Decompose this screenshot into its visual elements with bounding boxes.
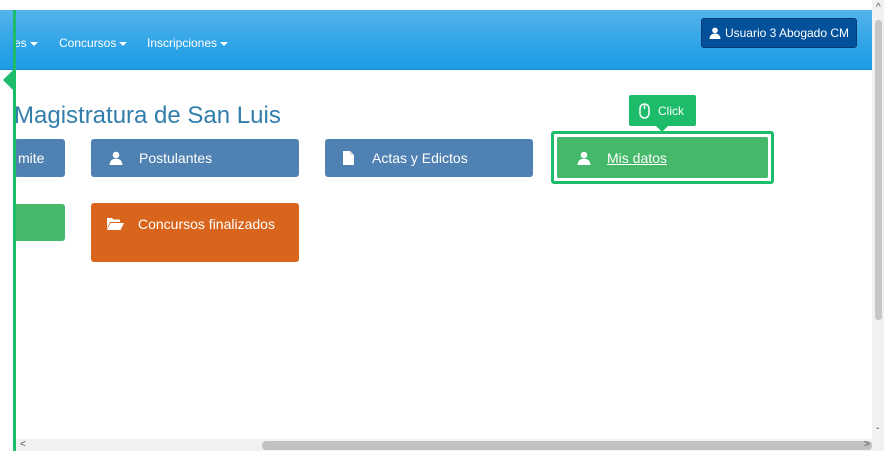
user-menu-label: Usuario 3 Abogado CM <box>724 26 850 40</box>
nav-dropdown-partial[interactable]: es <box>14 36 38 50</box>
tramite-label: mite <box>18 150 45 166</box>
mis-datos-label: Mis datos <box>607 149 667 166</box>
scroll-left-arrow-icon[interactable]: < <box>20 440 26 450</box>
caret-down-icon <box>29 41 38 46</box>
horizontal-scrollbar-thumb[interactable] <box>262 441 872 450</box>
postulantes-button[interactable]: Postulantes <box>91 139 299 177</box>
scroll-up-arrow-icon[interactable]: ^ <box>876 3 881 13</box>
nav-dropdown-label: Concursos <box>59 36 117 50</box>
actas-edictos-label: Actas y Edictos <box>372 150 468 166</box>
green-tile-partial[interactable] <box>14 204 65 241</box>
guide-line <box>13 10 16 451</box>
scroll-right-arrow-icon[interactable]: > <box>864 440 870 450</box>
click-hint-tooltip: Click <box>629 95 696 132</box>
page-title: Magistratura de San Luis <box>14 102 281 129</box>
document-icon <box>343 151 354 165</box>
caret-down-icon <box>220 41 229 46</box>
guide-arrow-icon <box>3 70 13 90</box>
caret-down-icon <box>119 41 128 46</box>
scroll-down-arrow-icon[interactable]: ˇ <box>876 428 879 438</box>
nav-dropdown-inscripciones[interactable]: Inscripciones <box>147 36 229 50</box>
concursos-finalizados-label: Concursos finalizados <box>138 216 275 232</box>
actas-edictos-button[interactable]: Actas y Edictos <box>325 139 533 177</box>
click-hint-label: Click <box>658 103 684 118</box>
tramite-tile[interactable]: mite <box>14 139 65 177</box>
folder-open-icon <box>107 218 124 230</box>
nav-dropdown-concursos[interactable]: Concursos <box>59 36 128 50</box>
top-navbar: es Concursos Inscripciones Usuario 3 Abo… <box>0 10 872 70</box>
user-icon <box>577 151 591 165</box>
mis-datos-button[interactable]: Mis datos <box>557 137 768 178</box>
user-menu-button[interactable]: Usuario 3 Abogado CM <box>701 18 857 48</box>
user-icon <box>109 151 123 165</box>
concursos-finalizados-button[interactable]: Concursos finalizados <box>91 203 299 262</box>
user-icon <box>709 27 721 39</box>
nav-dropdown-label: Inscripciones <box>147 36 218 50</box>
mouse-icon <box>639 102 650 119</box>
postulantes-label: Postulantes <box>139 150 213 166</box>
vertical-scrollbar-thumb[interactable] <box>875 20 882 320</box>
